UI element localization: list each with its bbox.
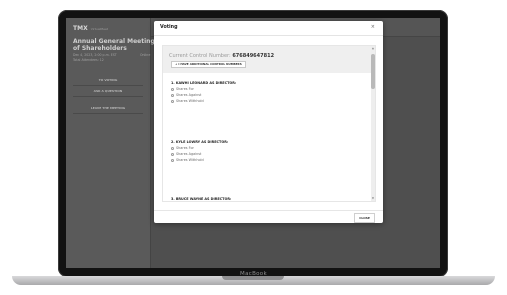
control-number-value: 676849647812 xyxy=(232,53,275,59)
to-voting-button[interactable]: TO VOTING xyxy=(73,76,143,86)
radio-shares-withhold[interactable]: Shares Withhold xyxy=(171,158,204,162)
question-title: 1. KAWHI LEONARD AS DIRECTOR: xyxy=(171,81,237,85)
sidebar: TMX VirtualMeet Annual General Meeting o… xyxy=(66,18,155,268)
live-status: Online xyxy=(140,53,151,57)
close-icon[interactable]: × xyxy=(371,24,375,30)
device-brand-label: MacBook xyxy=(240,271,267,277)
total-attendees: Total Attendees: 12 xyxy=(73,58,104,62)
radio-icon xyxy=(171,99,174,103)
scroll-down-icon[interactable]: ▼ xyxy=(371,197,375,200)
voting-modal: Voting × Current Control Number: 6768496… xyxy=(154,21,383,223)
brand-logo: TMX VirtualMeet xyxy=(73,25,108,32)
voting-panel[interactable]: Current Control Number: 676849647812 + I… xyxy=(162,45,376,202)
radio-shares-for[interactable]: Shares For xyxy=(171,87,194,91)
question-title: 3. BRUCE WAYNE AS DIRECTOR: xyxy=(171,197,232,201)
logo-mark: TMX xyxy=(73,25,88,32)
radio-shares-for[interactable]: Shares For xyxy=(171,146,194,150)
leave-meeting-button[interactable]: LEAVE THE MEETING xyxy=(73,104,143,114)
additional-control-numbers-button[interactable]: + I HAVE ADDITIONAL CONTROL NUMBERS xyxy=(171,61,246,68)
scrollbar-thumb[interactable] xyxy=(371,54,375,89)
logo-subtitle: VirtualMeet xyxy=(90,26,108,31)
meeting-title: Annual General Meeting of Shareholders xyxy=(73,38,155,52)
radio-icon xyxy=(171,93,174,97)
laptop-screen: TMX VirtualMeet Annual General Meeting o… xyxy=(66,18,440,268)
radio-icon xyxy=(171,152,174,156)
radio-icon xyxy=(171,158,174,162)
ask-question-button[interactable]: ASK A QUESTION xyxy=(73,87,143,97)
radio-icon xyxy=(171,87,174,91)
close-button[interactable]: CLOSE xyxy=(354,213,375,223)
radio-shares-against[interactable]: Shares Against xyxy=(171,152,201,156)
scroll-up-icon[interactable]: ▲ xyxy=(371,47,375,50)
scrollbar[interactable]: ▲ ▼ xyxy=(371,46,375,201)
control-number-label: Current Control Number: 676849647812 xyxy=(169,53,275,59)
control-number-box: Current Control Number: 676849647812 + I… xyxy=(163,46,371,73)
modal-footer-divider xyxy=(154,210,383,211)
modal-title: Voting xyxy=(160,25,178,30)
question-title: 2. KYLE LOWRY AS DIRECTOR: xyxy=(171,140,229,144)
radio-shares-against[interactable]: Shares Against xyxy=(171,93,201,97)
radio-shares-withhold[interactable]: Shares Withhold xyxy=(171,99,204,103)
modal-header: Voting × xyxy=(154,21,383,36)
radio-icon xyxy=(171,146,174,150)
meeting-date: Dec 4, 2023, 2:00 p.m. EST xyxy=(73,53,117,57)
